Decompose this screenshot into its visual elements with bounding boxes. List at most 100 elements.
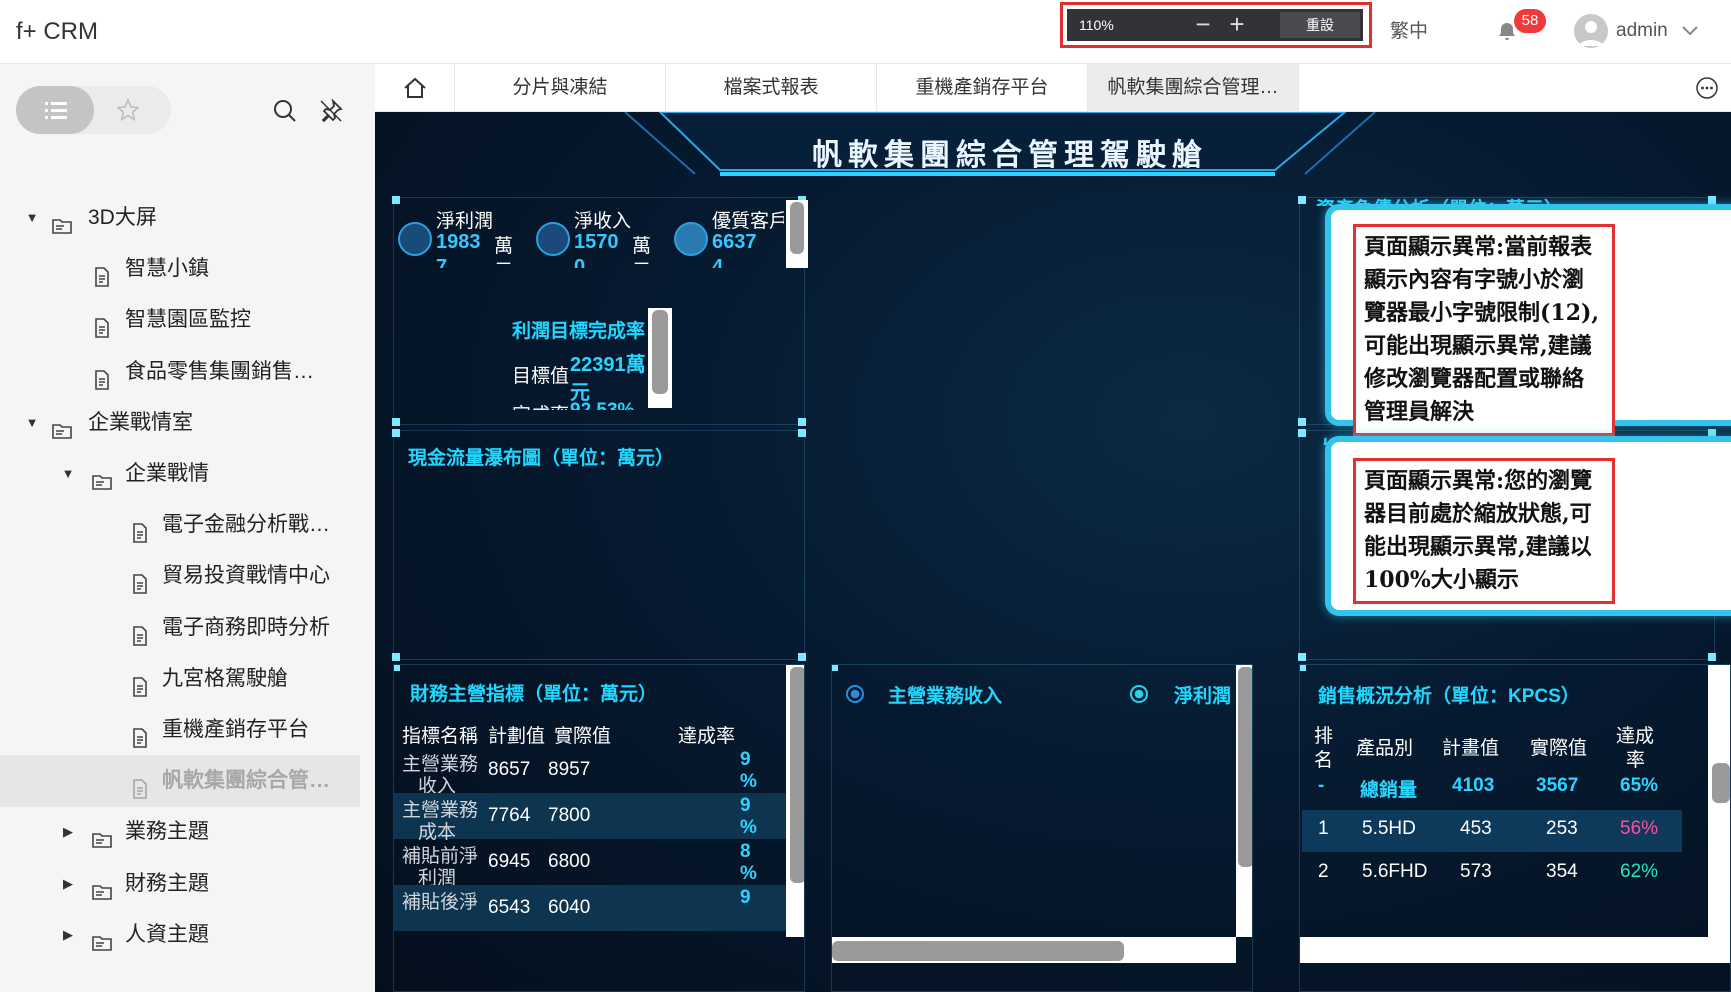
username[interactable]: admin	[1616, 20, 1668, 42]
unpin-icon[interactable]	[318, 98, 344, 124]
finance-title: 財務主營指標（單位：萬元）	[410, 684, 658, 705]
tree-item[interactable]: 電子金融分析戰…	[0, 499, 360, 551]
app-brand: f+ CRM	[16, 18, 99, 45]
tab-home[interactable]	[375, 64, 455, 112]
chart-hscrollbar[interactable]	[832, 941, 1124, 961]
legend-dot-icon[interactable]	[1130, 685, 1148, 703]
tab-slicing[interactable]: 分片與凍結	[455, 64, 666, 112]
tree-item[interactable]: 電子商務即時分析	[0, 602, 360, 654]
sales-plan: 453	[1460, 818, 1492, 839]
finance-header-name: 指標名稱	[402, 726, 479, 747]
caret-down-icon[interactable]: ▼	[24, 192, 40, 244]
folder-icon	[50, 411, 74, 439]
caret-right-icon[interactable]: ▶	[60, 909, 76, 961]
tree-item[interactable]: 貿易投資戰情中心	[0, 550, 360, 602]
kpi-panel: 淨利潤 1983 7 萬 元 淨收入 1570 0 萬 元 優質客戶 6637 …	[392, 196, 808, 426]
tree-item-label: 食品零售集團銷售…	[125, 359, 314, 383]
tree-item[interactable]: 九宮格駕駛艙	[0, 653, 360, 705]
tree-item-label: 重機產銷存平台	[162, 718, 309, 741]
money-icon	[398, 222, 432, 256]
zoom-reset-button[interactable]: 重設	[1280, 12, 1360, 38]
finance-plan: 6945	[488, 851, 531, 872]
star-icon[interactable]	[116, 98, 140, 122]
kpi-scrollbar[interactable]	[790, 202, 804, 254]
finance-rate: 9	[740, 887, 751, 908]
legend-net-profit[interactable]: 淨利潤	[1174, 681, 1231, 708]
tree-item-label: 貿易投資戰情中心	[162, 564, 330, 588]
tree-folder[interactable]: ▶ 人資主題	[0, 909, 360, 961]
tab-file-report[interactable]: 檔案式報表	[666, 64, 877, 112]
finance-actual: 6040	[548, 897, 591, 918]
zoom-level: 110%	[1079, 17, 1114, 33]
tree-item[interactable]: 智慧小鎮	[0, 243, 360, 295]
finance-header-rate: 達成率	[678, 726, 736, 747]
zoom-out-button[interactable]: −	[1187, 9, 1219, 41]
tree-item-label: 帆軟集團綜合管…	[162, 769, 330, 793]
user-avatar[interactable]	[1574, 14, 1608, 48]
kpi-value-wrap: 4	[712, 256, 724, 268]
zoom-in-button[interactable]: +	[1221, 9, 1253, 41]
rate-label: 完成率	[512, 400, 569, 410]
kpi-label: 淨收入	[574, 211, 632, 232]
finance-scrollbar[interactable]	[790, 667, 804, 883]
chart-vscrollbar[interactable]	[1238, 667, 1252, 867]
chevron-down-icon[interactable]	[1680, 20, 1700, 40]
tree-folder[interactable]: ▼ 企業戰情室	[0, 397, 360, 449]
dashboard-title: 帆軟集團綜合管理駕駛艙	[812, 139, 1208, 172]
tree-item-label: 智慧園區監控	[125, 308, 251, 332]
sales-product: 5.5HD	[1362, 818, 1416, 839]
tree-item-label: 智慧小鎮	[125, 257, 209, 281]
tree-item-label: 企業戰情室	[88, 410, 193, 434]
finance-rate: 9	[740, 749, 751, 770]
finance-plan: 6543	[488, 897, 531, 918]
document-icon	[90, 308, 114, 339]
document-icon	[128, 718, 152, 748]
caret-right-icon[interactable]: ▶	[60, 858, 76, 910]
finance-plan: 8657	[488, 759, 531, 780]
tree-item-label: 九宮格駕駛艙	[162, 666, 288, 690]
rate-row-clip: 完成率 92.53%	[512, 400, 652, 410]
caret-down-icon[interactable]: ▼	[24, 397, 40, 449]
tree-item[interactable]: 食品零售集團銷售…	[0, 346, 360, 398]
more-icon[interactable]	[1695, 76, 1719, 100]
tree-item[interactable]: 智慧園區監控	[0, 294, 360, 346]
search-icon[interactable]	[272, 98, 298, 124]
sales-product: 總銷量	[1360, 780, 1418, 801]
tree-item[interactable]: 重機產銷存平台	[0, 704, 360, 756]
folder-icon	[90, 923, 114, 951]
profit-target-title: 利潤目標完成率	[512, 321, 646, 342]
rate-value: 92.53%	[570, 400, 634, 410]
folder-icon	[90, 872, 114, 900]
tab-heavy-machine[interactable]: 重機產銷存平台	[877, 64, 1088, 112]
sales-scrollbar[interactable]	[1712, 763, 1730, 803]
kpi-value: 1570	[574, 231, 619, 253]
tree-folder[interactable]: ▼ 企業戰情	[0, 448, 360, 500]
language-switch[interactable]: 繁中	[1390, 16, 1428, 43]
sales-title: 銷售概況分析（單位：KPCS）	[1318, 686, 1580, 707]
profit-scrollbar[interactable]	[652, 310, 668, 394]
legend-dot-icon[interactable]	[846, 685, 864, 703]
sales-actual: 354	[1546, 861, 1578, 882]
caret-right-icon[interactable]: ▶	[60, 806, 76, 858]
list-view-button[interactable]	[16, 86, 94, 134]
finance-rate: %	[740, 863, 757, 884]
tree-item-label: 業務主題	[125, 820, 209, 844]
tree-folder[interactable]: ▼ 3D大屏	[0, 192, 360, 244]
warning-popup-font-size: 頁面顯示異常:當前報表顯示內容有字號小於瀏覽器最小字號限制(12),可能出現顯示…	[1325, 204, 1731, 436]
main-biz-panel: 主營業務收入 淨利潤	[831, 664, 1253, 992]
tree-item[interactable]: 帆軟集團綜合管…	[0, 755, 360, 808]
tree-item-label: 企業戰情	[125, 462, 209, 485]
tree-item-label: 人資主題	[125, 922, 209, 946]
kpi-unit: 萬	[494, 236, 514, 257]
tab-fanruan-cockpit[interactable]: 帆軟集團綜合管理…	[1088, 64, 1299, 112]
finance-actual: 8957	[548, 759, 591, 780]
user-icon	[1579, 21, 1603, 46]
tree-folder[interactable]: ▶ 業務主題	[0, 806, 360, 858]
target-value: 22391萬	[570, 354, 646, 376]
finance-rate: 8	[740, 841, 751, 862]
tree-folder[interactable]: ▶ 財務主題	[0, 858, 360, 910]
legend-main-income[interactable]: 主營業務收入	[888, 681, 1002, 708]
top-bar: f+ CRM 110% − + 重設 繁中 58 admin	[0, 0, 1731, 64]
caret-down-icon[interactable]: ▼	[60, 448, 76, 500]
notification-badge: 58	[1514, 9, 1546, 33]
